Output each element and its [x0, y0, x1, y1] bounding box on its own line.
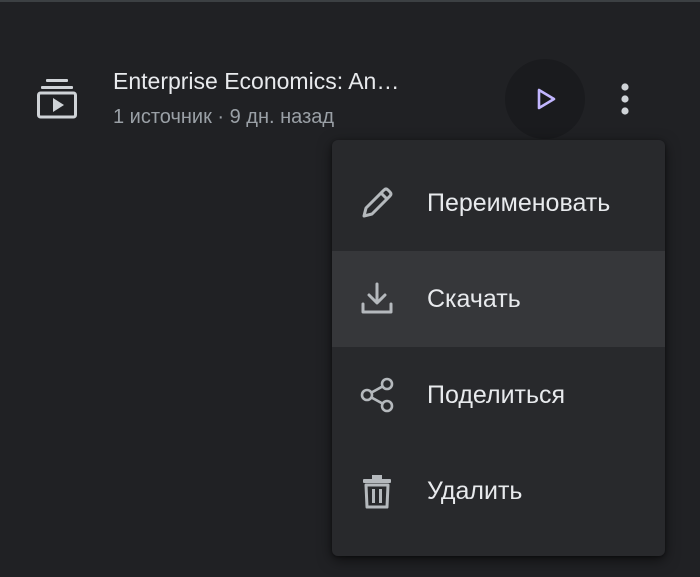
video-collection-icon	[37, 79, 77, 119]
menu-item-label: Удалить	[427, 477, 523, 505]
menu-item-label: Переименовать	[427, 189, 611, 217]
notebook-title[interactable]: Enterprise Economics: An…	[113, 68, 483, 95]
menu-item-share[interactable]: Поделиться	[332, 347, 665, 443]
more-vert-icon	[621, 83, 629, 115]
menu-item-label: Поделиться	[427, 381, 566, 409]
trash-icon	[363, 475, 391, 509]
more-options-button[interactable]	[604, 78, 646, 120]
menu-item-delete[interactable]: Удалить	[332, 443, 665, 539]
context-menu: Переименовать Скачать Поделиться Удалить	[332, 140, 665, 556]
notebook-meta: 1 источник · 9 дн. назад	[113, 106, 335, 128]
top-divider	[0, 0, 700, 2]
menu-item-download[interactable]: Скачать	[332, 251, 665, 347]
play-icon	[537, 88, 556, 110]
share-icon	[360, 377, 394, 413]
menu-item-label: Скачать	[427, 285, 521, 313]
menu-item-rename[interactable]: Переименовать	[332, 155, 665, 251]
download-icon	[361, 282, 393, 314]
play-button[interactable]	[505, 59, 585, 139]
pencil-icon	[362, 187, 393, 218]
